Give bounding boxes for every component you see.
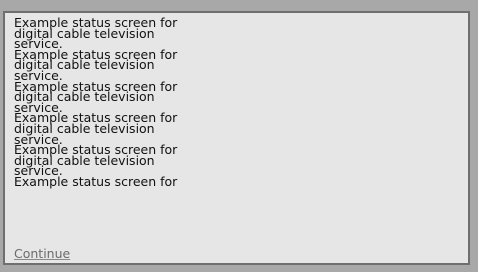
screen-background: Example status screen for digital cable … <box>0 0 478 272</box>
continue-link[interactable]: Continue <box>14 247 70 261</box>
status-line: Example status screen for <box>14 173 178 189</box>
status-message: Example status screen for digital cable … <box>14 16 214 189</box>
status-panel: Example status screen for digital cable … <box>3 11 470 265</box>
